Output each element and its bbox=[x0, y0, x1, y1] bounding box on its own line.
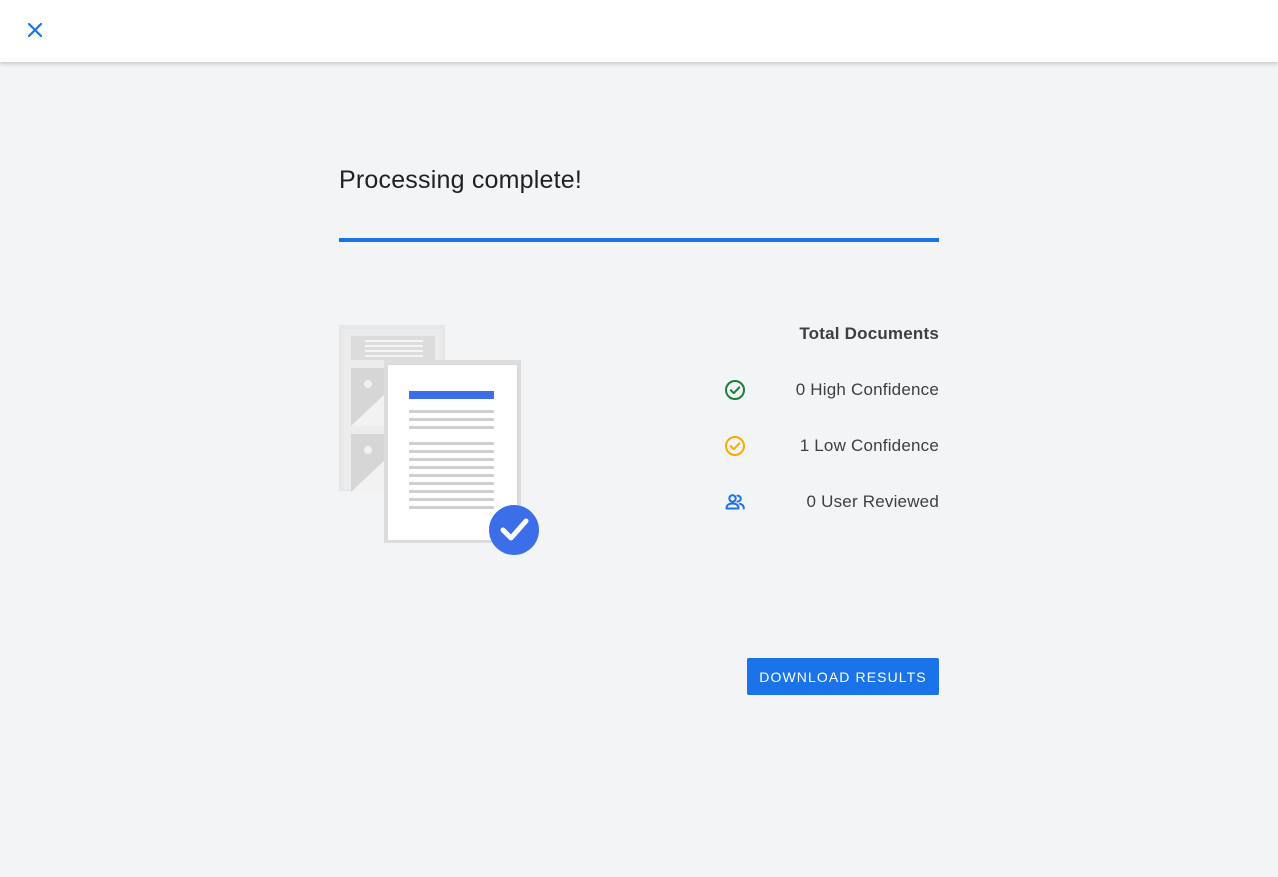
stat-high-confidence-label: 0 High Confidence bbox=[795, 380, 939, 399]
check-circle-icon bbox=[725, 436, 745, 456]
stat-user-reviewed-label: 0 User Reviewed bbox=[806, 492, 939, 511]
stat-low-confidence-label: 1 Low Confidence bbox=[799, 436, 939, 455]
close-button[interactable] bbox=[22, 17, 48, 43]
stat-user-reviewed: 0 User Reviewed bbox=[700, 490, 939, 514]
progress-bar-fill bbox=[339, 238, 939, 242]
documents-complete-illustration bbox=[339, 325, 539, 555]
stats-panel: Total Documents 0 High Confidence 1 Low … bbox=[700, 322, 939, 511]
top-bar bbox=[0, 0, 1278, 62]
stat-high-confidence: 0 High Confidence bbox=[700, 378, 939, 402]
close-icon bbox=[28, 23, 42, 37]
documents-illustration bbox=[339, 322, 541, 558]
page-title: Processing complete! bbox=[339, 166, 583, 194]
check-circle-icon bbox=[725, 380, 745, 400]
stats-heading: Total Documents bbox=[799, 324, 939, 343]
people-icon bbox=[725, 494, 745, 510]
download-results-button[interactable]: DOWNLOAD RESULTS bbox=[747, 658, 939, 695]
progress-bar bbox=[339, 238, 939, 242]
stat-low-confidence: 1 Low Confidence bbox=[700, 434, 939, 458]
